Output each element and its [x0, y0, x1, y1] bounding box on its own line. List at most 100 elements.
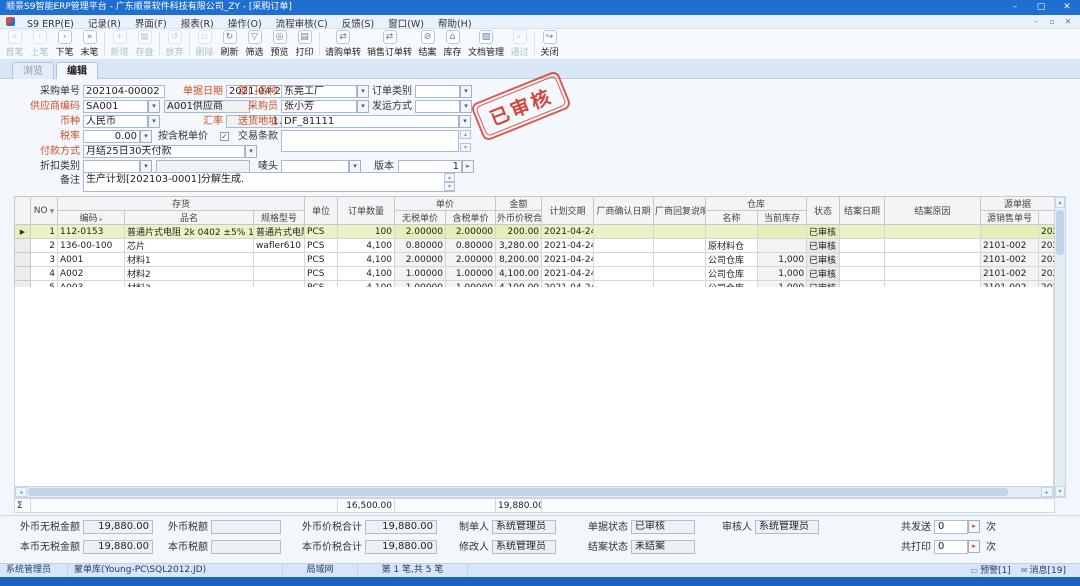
cell-close_reason[interactable] — [885, 267, 981, 281]
cell-wh[interactable]: 原材料仓 — [706, 239, 758, 253]
scroll-up-icon[interactable]: ▴ — [1055, 197, 1065, 208]
toolbar-refresh-button[interactable]: ↻刷新 — [217, 29, 242, 59]
cell-price1[interactable]: 2.00000 — [395, 225, 446, 239]
tab-browse[interactable]: 浏览 — [12, 62, 54, 79]
cell-reply[interactable] — [654, 239, 706, 253]
menu-item-8[interactable]: 帮助(H) — [431, 19, 479, 30]
col-header-price2[interactable]: 含税单价 — [446, 211, 496, 225]
cell-stock[interactable] — [758, 225, 807, 239]
cell-code[interactable]: A002 — [58, 267, 125, 281]
cell-amt[interactable]: 8,200.00 — [496, 253, 542, 267]
currency-field[interactable]: 人民币 — [83, 115, 148, 128]
minimize-icon[interactable]: – — [1002, 0, 1028, 15]
ship-method-dropdown-icon[interactable]: ▾ — [460, 100, 472, 113]
cell-no[interactable]: 3 — [31, 253, 58, 267]
scroll-right-icon[interactable]: ▸ — [1041, 487, 1053, 497]
cell-close_date[interactable] — [840, 267, 885, 281]
cell-spec[interactable] — [254, 253, 305, 267]
col-header-qty[interactable]: 订单数量 — [338, 197, 395, 225]
trade-terms-scroll-down-icon[interactable]: ▾ — [460, 143, 471, 152]
col-header-stock[interactable]: 当前库存 — [758, 211, 807, 225]
cell-src2[interactable]: 202 — [1039, 239, 1055, 253]
col-header-no[interactable]: NO▼ — [31, 197, 58, 225]
cell-close_date[interactable] — [840, 253, 885, 267]
cell-unit[interactable]: PCS — [305, 267, 338, 281]
menu-item-6[interactable]: 反馈(S) — [335, 19, 381, 30]
order-type-field[interactable] — [415, 85, 460, 98]
mdi-restore-icon[interactable]: ▫ — [1044, 15, 1060, 29]
col-header-close_date[interactable]: 结案日期 — [840, 197, 885, 225]
cell-price2[interactable]: 2.00000 — [446, 253, 496, 267]
col-header-code[interactable]: 编码▸ — [58, 211, 125, 225]
toolbar-filter-button[interactable]: ▽筛选 — [242, 29, 267, 59]
ship-addr-dropdown-icon[interactable]: ▾ — [459, 115, 471, 128]
payment-field[interactable]: 月结25日30天付款 — [83, 145, 245, 158]
vertical-scroll-thumb[interactable] — [1056, 210, 1064, 255]
cell-due[interactable]: 2021-04-24 — [542, 253, 594, 267]
col-header-src[interactable]: 源销售单号 — [981, 211, 1039, 225]
col-header-price1[interactable]: 无税单价 — [395, 211, 446, 225]
payment-dropdown-icon[interactable]: ▾ — [245, 145, 257, 158]
remark-scroll-down-icon[interactable]: ▾ — [444, 182, 455, 191]
toolbar-preview-button[interactable]: ◎预览 — [267, 29, 292, 59]
cell-amt[interactable]: 3,280.00 — [496, 239, 542, 253]
scroll-left-icon[interactable]: ◂ — [15, 487, 27, 497]
cell-close_date[interactable] — [840, 239, 885, 253]
cell-due[interactable]: 2021-04-24 — [542, 267, 594, 281]
cell-stock[interactable]: 1,000 — [758, 267, 807, 281]
col-header-status[interactable]: 状态 — [807, 197, 840, 225]
buyer-field[interactable]: 张小芳 — [281, 100, 357, 113]
cell-price1[interactable]: 1.00000 — [395, 267, 446, 281]
toolbar-doc-mgmt-button[interactable]: ▧文档管理 — [465, 29, 507, 59]
cell-no[interactable]: 2 — [31, 239, 58, 253]
cell-no[interactable]: 1 — [31, 225, 58, 239]
cell-spec[interactable]: 普通片式电阻... — [254, 225, 305, 239]
currency-dropdown-icon[interactable]: ▾ — [148, 115, 160, 128]
trade-terms-scroll-up-icon[interactable]: ▴ — [460, 130, 471, 139]
col-header-confirm[interactable]: 厂商确认日期 — [594, 197, 654, 225]
menu-item-4[interactable]: 操作(O) — [221, 19, 269, 30]
cell-src[interactable]: 2101-002 — [981, 267, 1039, 281]
cell-qty[interactable]: 4,100 — [338, 239, 395, 253]
cell-name[interactable]: 材料1 — [125, 253, 254, 267]
cell-qty[interactable]: 4,100 — [338, 267, 395, 281]
sent-spinner-icon[interactable]: ▸ — [968, 520, 980, 533]
cell-status[interactable]: 已审核 — [807, 267, 840, 281]
cell-status[interactable]: 已审核 — [807, 239, 840, 253]
cell-price1[interactable]: 0.80000 — [395, 239, 446, 253]
toolbar-print-button[interactable]: ▤打印 — [292, 29, 317, 59]
toolbar-sales-transfer-button[interactable]: ⇄销售订单转 — [364, 29, 415, 59]
cell-close_date[interactable] — [840, 225, 885, 239]
col-header-reply[interactable]: 厂商回复说明 — [654, 197, 706, 225]
cell-code[interactable]: 112-0153 — [58, 225, 125, 239]
cell-due[interactable]: 2021-04-24 — [542, 225, 594, 239]
cell-amt[interactable]: 4,100.00 — [496, 267, 542, 281]
remark-field[interactable]: 生产计划[202103-0001]分解生成. — [83, 172, 455, 192]
dept-field[interactable]: 东莞工厂 — [281, 85, 357, 98]
cell-stock[interactable] — [758, 239, 807, 253]
cell-qty[interactable]: 100 — [338, 225, 395, 239]
cell-spec[interactable] — [254, 267, 305, 281]
cell-qty[interactable]: 4,100 — [338, 253, 395, 267]
col-header-unit[interactable]: 单位 — [305, 197, 338, 225]
remark-scroll-up-icon[interactable]: ▴ — [444, 173, 455, 182]
cell-price2[interactable]: 2.00000 — [446, 225, 496, 239]
cell-price2[interactable]: 0.80000 — [446, 239, 496, 253]
cell-src[interactable]: 2101-002 — [981, 239, 1039, 253]
cell-reply[interactable] — [654, 225, 706, 239]
pin-icon[interactable]: ▸ — [100, 216, 103, 223]
message-badge[interactable]: ✉消息[19] — [1021, 564, 1066, 577]
col-header-src2[interactable] — [1039, 211, 1055, 225]
cell-close_reason[interactable] — [885, 253, 981, 267]
cell-name[interactable]: 材料2 — [125, 267, 254, 281]
order-type-dropdown-icon[interactable]: ▾ — [460, 85, 472, 98]
cell-reply[interactable] — [654, 253, 706, 267]
cell-unit[interactable]: PCS — [305, 253, 338, 267]
row-indicator[interactable] — [15, 239, 31, 253]
cell-code[interactable]: 136-00-100 — [58, 239, 125, 253]
menu-item-1[interactable]: 记录(R) — [81, 19, 128, 30]
ship-addr-field[interactable]: DF_81111 — [281, 115, 459, 128]
menu-item-2[interactable]: 界面(F) — [128, 19, 174, 30]
close-icon[interactable]: ✕ — [1054, 0, 1080, 15]
version-spinner-icon[interactable]: ▸ — [462, 160, 474, 173]
